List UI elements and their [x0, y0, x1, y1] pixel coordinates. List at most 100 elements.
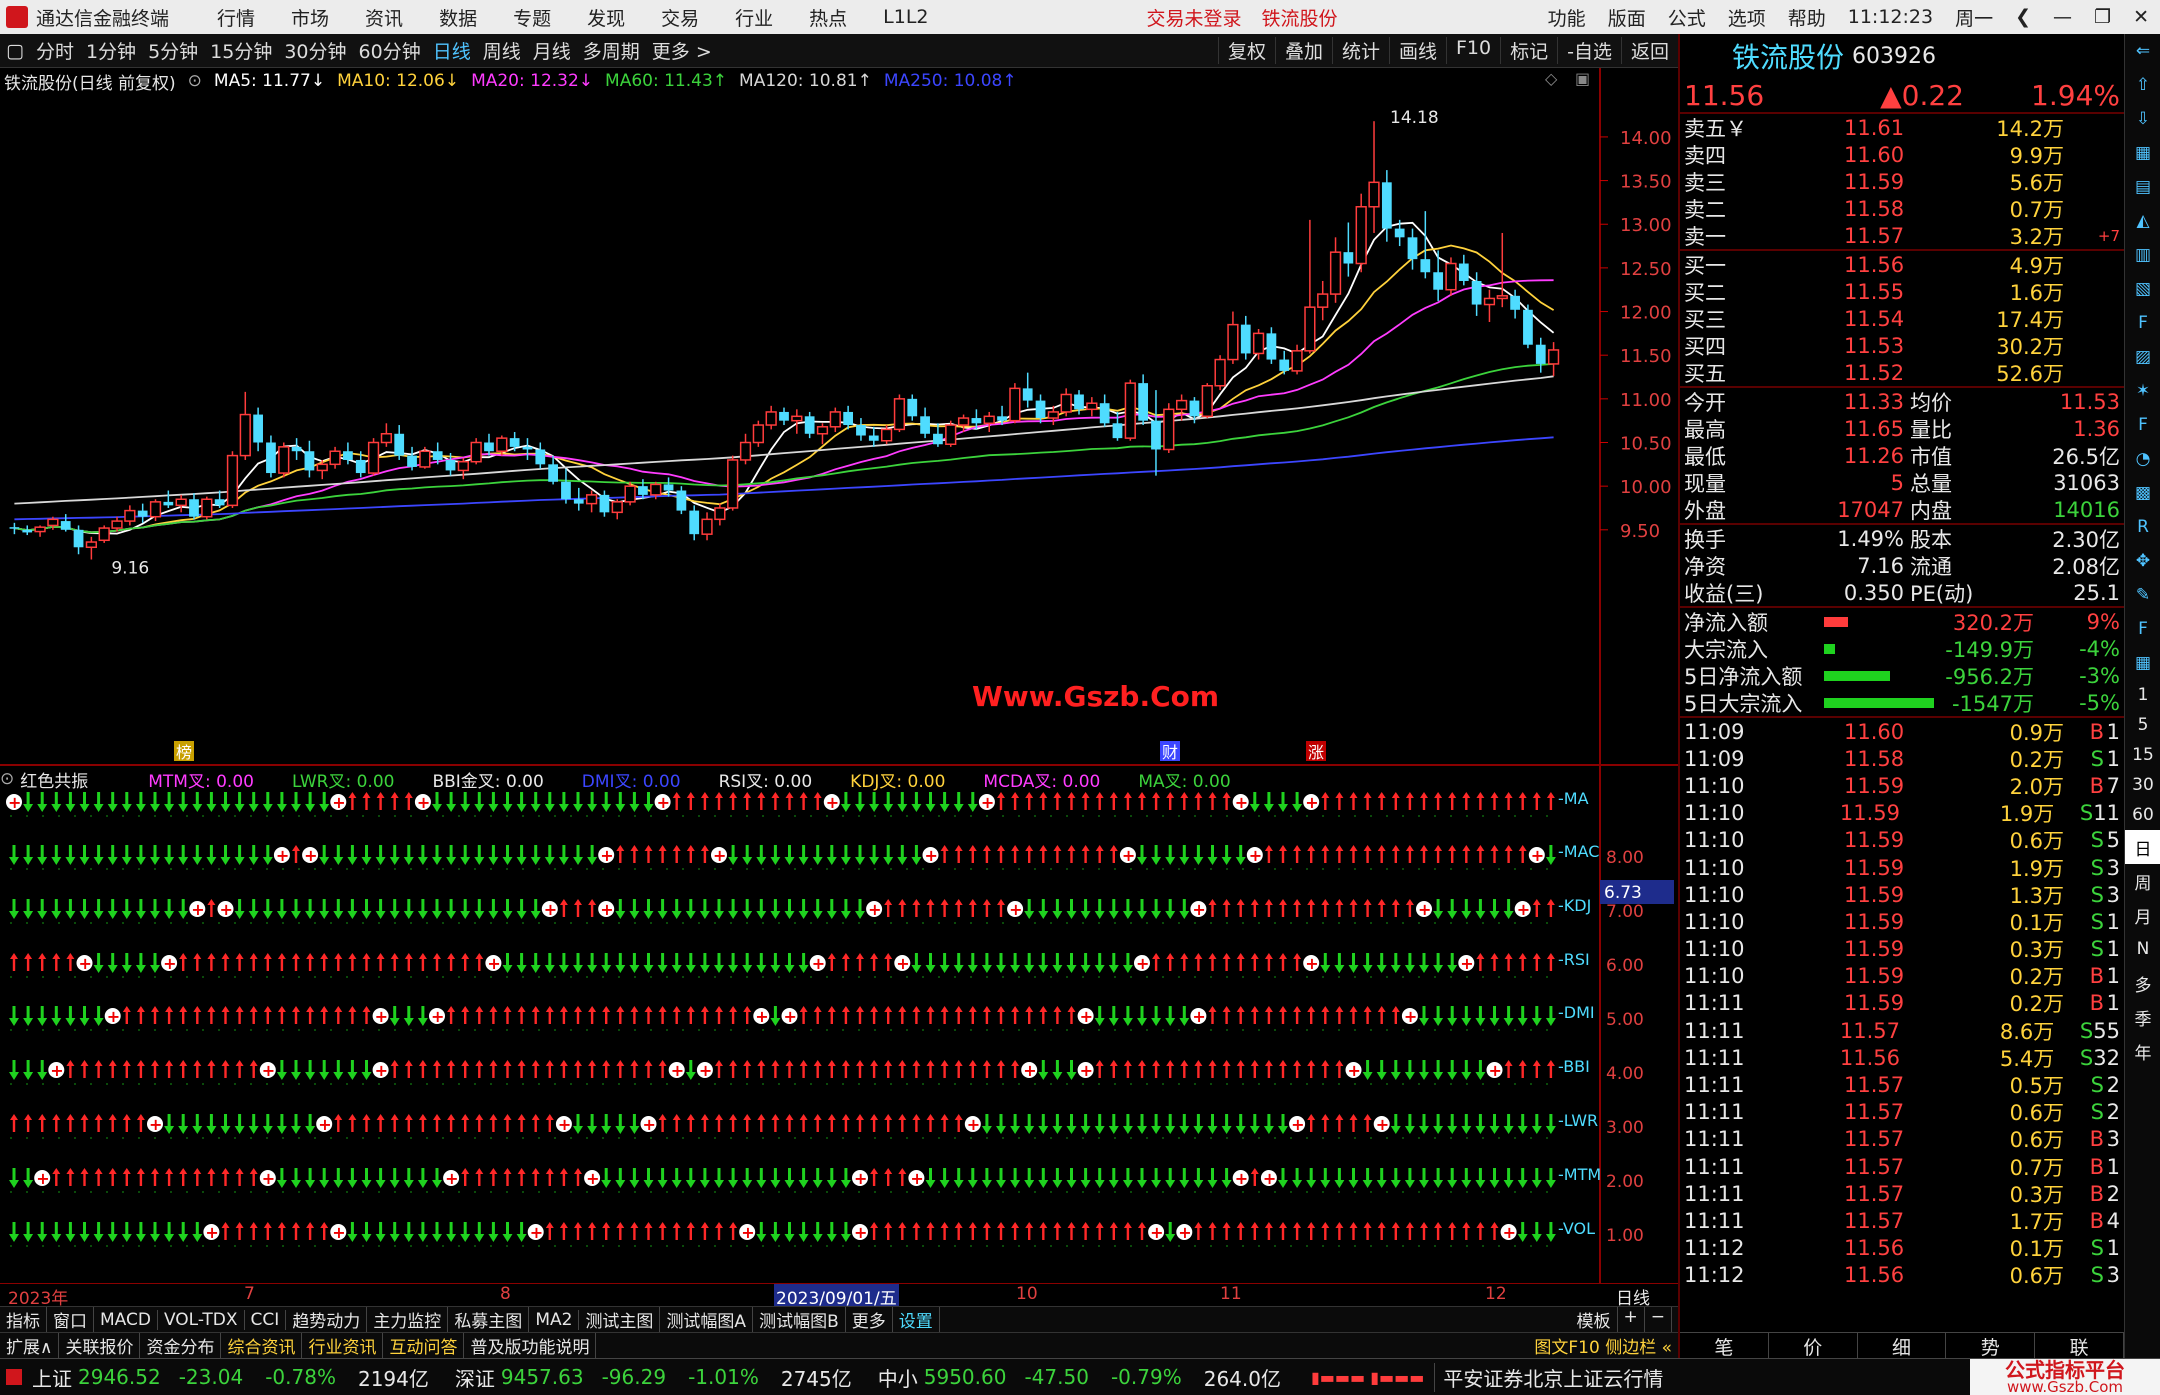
indicator-menu-icon[interactable]: ⊙ — [0, 769, 14, 789]
tabs1-right-0[interactable]: 模板 — [1571, 1307, 1618, 1332]
event-marker[interactable]: 涨 — [1306, 741, 1326, 762]
f5-icon[interactable]: F — [2125, 408, 2160, 442]
close-icon[interactable]: ✕ — [2133, 6, 2149, 28]
tabs1-right-1[interactable]: + — [1618, 1307, 1645, 1332]
menu-xuanxiang[interactable]: 选项 — [1728, 4, 1766, 31]
book-row[interactable]: 买一 11.56 4.9万 — [1680, 251, 2124, 278]
menu-gongneng[interactable]: 功能 — [1548, 4, 1586, 31]
fs-icon[interactable]: F — [2125, 612, 2160, 646]
tabs2-right[interactable]: 图文F10 侧边栏 « — [1528, 1333, 1678, 1358]
trade-login-status[interactable]: 交易未登录 — [1147, 4, 1242, 31]
event-marker[interactable]: 财 — [1160, 741, 1180, 762]
sidebar-period-2[interactable]: 月 — [2125, 898, 2160, 932]
menu-l1l2[interactable]: L1L2 — [883, 6, 928, 28]
pen-icon[interactable]: ✎ — [2125, 578, 2160, 612]
grid-icon[interactable]: ▦ — [2125, 646, 2160, 680]
sidebar-period-6[interactable]: 年 — [2125, 1034, 2160, 1068]
indicator-tab-3[interactable]: VOL-TDX — [158, 1309, 245, 1330]
book-row[interactable]: 卖三 11.59 5.6万 — [1680, 168, 2124, 195]
quote-icon[interactable]: ▦ — [2125, 136, 2160, 170]
indicator-tab-6[interactable]: 主力监控 — [367, 1307, 449, 1332]
panel-tab-2[interactable]: 细 — [1858, 1333, 1947, 1359]
event-marker[interactable]: 榜 — [174, 741, 194, 762]
menu-redian[interactable]: 热点 — [809, 4, 847, 31]
period-tab-6[interactable]: 日线 — [427, 37, 477, 64]
tool-button-2[interactable]: 统计 — [1331, 37, 1389, 64]
sidebar-period-4[interactable]: 多 — [2125, 966, 2160, 1000]
book-row[interactable]: 买五 11.52 52.6万 — [1680, 359, 2124, 386]
indicator-tab-9[interactable]: 测试主图 — [579, 1307, 661, 1332]
book-row[interactable]: 买二 11.55 1.6万 — [1680, 278, 2124, 305]
sidebar-minute-30[interactable]: 30 — [2125, 770, 2160, 800]
menu-gongshi[interactable]: 公式 — [1668, 4, 1706, 31]
sidebar-minute-15[interactable]: 15 — [2125, 740, 2160, 770]
indicator-tab-1[interactable]: 窗口 — [47, 1307, 94, 1332]
menu-hangqing[interactable]: 行情 — [217, 4, 255, 31]
extension-tab-5[interactable]: 互动问答 — [383, 1333, 465, 1358]
tool-button-4[interactable]: F10 — [1446, 37, 1500, 64]
book-row[interactable]: 卖二 11.58 0.7万 — [1680, 195, 2124, 222]
menu-zixun[interactable]: 资讯 — [365, 4, 403, 31]
period-tab-10[interactable]: 更多 > — [646, 37, 718, 64]
period-tab-7[interactable]: 周线 — [477, 37, 527, 64]
rsi-icon[interactable]: R — [2125, 510, 2160, 544]
book-row[interactable]: 卖一 11.57 3.2万 +7 — [1680, 222, 2124, 249]
target-icon[interactable]: ✥ — [2125, 544, 2160, 578]
menu-banmian[interactable]: 版面 — [1608, 4, 1646, 31]
book-row[interactable]: 卖四 11.60 9.9万 — [1680, 141, 2124, 168]
indicator-tab-10[interactable]: 测试幅图A — [660, 1307, 754, 1332]
star-icon[interactable]: ✶ — [2125, 374, 2160, 408]
sidebar-minute-5[interactable]: 5 — [2125, 710, 2160, 740]
tool-button-1[interactable]: 叠加 — [1274, 37, 1332, 64]
news-icon[interactable]: ▨ — [2125, 340, 2160, 374]
indicator-tab-2[interactable]: MACD — [94, 1309, 158, 1330]
tabs1-right-2[interactable]: − — [1645, 1307, 1672, 1332]
indicator-tab-5[interactable]: 趋势动力 — [286, 1307, 368, 1332]
sidebar-minute-1[interactable]: 1 — [2125, 680, 2160, 710]
panel-tab-0[interactable]: 笔 — [1680, 1333, 1769, 1359]
panel-toggle-icon[interactable]: ▣ — [1575, 69, 1590, 88]
clock-icon[interactable]: ◔ — [2125, 442, 2160, 476]
tool-button-5[interactable]: 标记 — [1500, 37, 1557, 64]
book-row[interactable]: 买四 11.53 30.2万 — [1680, 332, 2124, 359]
extension-tab-2[interactable]: 资金分布 — [140, 1333, 222, 1358]
extension-tab-4[interactable]: 行业资讯 — [302, 1333, 384, 1358]
tool-button-6[interactable]: -自选 — [1557, 37, 1621, 64]
sidebar-period-3[interactable]: N — [2125, 932, 2160, 966]
period-tab-3[interactable]: 15分钟 — [204, 37, 278, 64]
kline-icon[interactable]: ▥ — [2125, 238, 2160, 272]
indicator-tab-8[interactable]: MA2 — [529, 1309, 580, 1330]
sidebar-period-1[interactable]: 周 — [2125, 864, 2160, 898]
line-chart-icon[interactable]: ◭ — [2125, 204, 2160, 238]
menu-shichang[interactable]: 市场 — [291, 4, 329, 31]
arrow-icon[interactable]: ⇐ — [2125, 34, 2160, 68]
extension-tab-3[interactable]: 综合资讯 — [221, 1333, 303, 1358]
list-icon[interactable]: ▧ — [2125, 272, 2160, 306]
menu-bangzhu[interactable]: 帮助 — [1788, 4, 1826, 31]
index-name[interactable]: 中小 — [878, 1363, 918, 1392]
table-icon[interactable]: ▤ — [2125, 170, 2160, 204]
minimize-icon[interactable]: — — [2053, 6, 2072, 28]
kline-chart[interactable]: 14.00 13.50 13.00 12.50 12.00 11.50 11.00 10.50… — [0, 68, 1678, 1284]
period-tab-1[interactable]: 1分钟 — [80, 37, 142, 64]
indicator-tab-13[interactable]: 设置 — [893, 1307, 940, 1332]
extension-tab-0[interactable]: 扩展∧ — [0, 1333, 60, 1358]
period-tab-2[interactable]: 5分钟 — [142, 37, 204, 64]
indicator-tab-7[interactable]: 私募主图 — [448, 1307, 530, 1332]
menu-hangye[interactable]: 行业 — [735, 4, 773, 31]
back-arrow-icon[interactable]: ❮ — [2015, 6, 2031, 28]
indicator-tab-0[interactable]: 指标 — [0, 1307, 47, 1332]
indicator-tab-12[interactable]: 更多 — [846, 1307, 893, 1332]
panel-tab-3[interactable]: 势 — [1946, 1333, 2036, 1359]
sidebar-minute-60[interactable]: 60 — [2125, 800, 2160, 830]
restore-icon[interactable]: ❐ — [2094, 6, 2111, 28]
book-row[interactable]: 卖五￥ 11.61 14.2万 — [1680, 114, 2124, 141]
period-tab-8[interactable]: 月线 — [527, 37, 577, 64]
book-row[interactable]: 买三 11.54 17.4万 — [1680, 305, 2124, 332]
sidebar-period-5[interactable]: 季 — [2125, 1000, 2160, 1034]
period-tab-9[interactable]: 多周期 — [577, 37, 646, 64]
down-icon[interactable]: ⇩ — [2125, 102, 2160, 136]
menu-zhuanti[interactable]: 专题 — [513, 4, 551, 31]
index-name[interactable]: 深证 — [455, 1363, 495, 1392]
indicator-tab-11[interactable]: 测试幅图B — [753, 1307, 846, 1332]
